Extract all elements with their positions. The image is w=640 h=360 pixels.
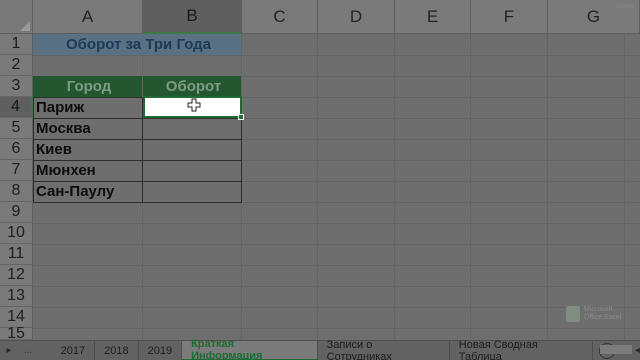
- gridline: [394, 34, 395, 340]
- table-divider: [33, 181, 242, 182]
- select-all-triangle-icon: [20, 21, 30, 31]
- next-sheet-arrow-icon[interactable]: ▸: [0, 345, 18, 356]
- gridline: [317, 34, 318, 340]
- cell-select-cursor-icon: [187, 98, 201, 112]
- excel-logo-icon: [566, 306, 580, 322]
- row-header-5[interactable]: 5: [0, 118, 33, 139]
- horizontal-scrollbar[interactable]: [600, 345, 632, 354]
- header-cell-city[interactable]: Город: [33, 76, 142, 97]
- row-header-9[interactable]: 9: [0, 202, 33, 223]
- column-header-b[interactable]: B: [143, 0, 242, 34]
- gridline: [33, 265, 640, 266]
- office-excel-watermark: Microsoft Office Excel: [566, 306, 621, 322]
- column-header-a[interactable]: A: [33, 0, 143, 34]
- sheet-tab-bar: ▸ ... 2017 2018 2019 Краткая Информация …: [0, 338, 640, 360]
- gridline: [33, 244, 640, 245]
- row-header-15[interactable]: 15: [0, 325, 33, 342]
- row-header-3[interactable]: 3: [0, 76, 33, 97]
- row-header-2[interactable]: 2: [0, 55, 33, 76]
- sheet-tab-2019[interactable]: 2019: [139, 340, 183, 360]
- gridline: [33, 286, 640, 287]
- title-cell[interactable]: Оборот за Три Года: [33, 34, 241, 55]
- row-header-10[interactable]: 10: [0, 223, 33, 244]
- row-header-4[interactable]: 4: [0, 97, 33, 118]
- select-all-corner[interactable]: [0, 0, 33, 34]
- gridline: [624, 34, 625, 340]
- table-divider: [33, 139, 242, 140]
- column-header-d[interactable]: D: [318, 0, 395, 34]
- sheet-tab-employees[interactable]: Записи о Сотрудниках: [318, 339, 450, 360]
- row-header-8[interactable]: 8: [0, 181, 33, 202]
- watermark-line-1: Microsoft: [584, 306, 613, 313]
- sheet-tab-2018[interactable]: 2018: [95, 340, 139, 360]
- row-header-7[interactable]: 7: [0, 160, 33, 181]
- table-divider: [33, 160, 242, 161]
- sheet-tab-summary[interactable]: Краткая Информация: [182, 338, 318, 360]
- column-header-e[interactable]: E: [395, 0, 471, 34]
- column-header-f[interactable]: F: [471, 0, 548, 34]
- gridline: [33, 223, 640, 224]
- table-divider: [33, 118, 242, 119]
- gridline: [33, 55, 640, 56]
- row-header-11[interactable]: 11: [0, 244, 33, 265]
- gridline: [547, 34, 548, 340]
- row-header-12[interactable]: 12: [0, 265, 33, 286]
- sheet-tab-2017[interactable]: 2017: [52, 340, 96, 360]
- row-header-6[interactable]: 6: [0, 139, 33, 160]
- scroll-left-icon[interactable]: ◂: [635, 345, 640, 356]
- gridline: [470, 34, 471, 340]
- row-header-1[interactable]: 1: [0, 34, 33, 55]
- gridline: [33, 307, 640, 308]
- more-sheets-button[interactable]: ...: [18, 345, 52, 356]
- sheet-tab-pivot[interactable]: Новая Сводная Таблица: [450, 339, 594, 360]
- column-header-c[interactable]: C: [242, 0, 318, 34]
- udemy-mark: udemy: [615, 4, 634, 10]
- header-cell-turnover[interactable]: Оборот: [143, 76, 241, 97]
- gridline: [33, 328, 640, 329]
- fill-handle[interactable]: [238, 114, 244, 120]
- row-header-13[interactable]: 13: [0, 286, 33, 307]
- watermark-line-2: Office Excel: [584, 314, 622, 321]
